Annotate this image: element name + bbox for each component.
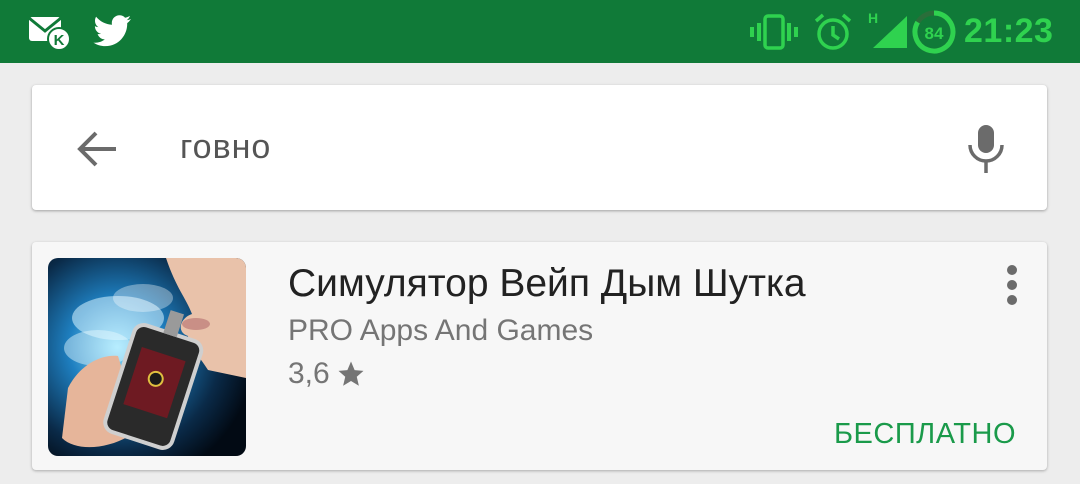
app-rating: 3,6 bbox=[288, 356, 366, 392]
arrow-back-icon[interactable] bbox=[70, 121, 126, 177]
app-icon[interactable] bbox=[48, 258, 246, 456]
search-bar: говно bbox=[32, 85, 1047, 210]
search-input[interactable]: говно bbox=[180, 85, 271, 210]
battery-icon: 84 bbox=[910, 0, 958, 63]
app-result-card[interactable]: Симулятор Вейп Дым Шутка PRO Apps And Ga… bbox=[32, 242, 1047, 470]
status-bar: K H 84 21:23 bbox=[0, 0, 1080, 63]
app-title[interactable]: Симулятор Вейп Дым Шутка bbox=[288, 262, 806, 306]
clock-time: 21:23 bbox=[964, 12, 1054, 50]
twitter-icon bbox=[92, 0, 134, 63]
price-button[interactable]: БЕСПЛАТНО bbox=[834, 418, 1016, 451]
vibrate-icon bbox=[748, 0, 800, 63]
star-icon bbox=[336, 359, 366, 389]
battery-percent: 84 bbox=[925, 24, 944, 43]
microphone-icon[interactable] bbox=[958, 119, 1014, 179]
signal-icon bbox=[866, 0, 910, 63]
rating-value: 3,6 bbox=[288, 357, 330, 390]
app-developer[interactable]: PRO Apps And Games bbox=[288, 314, 593, 348]
alarm-icon bbox=[812, 0, 854, 63]
more-vert-icon[interactable] bbox=[990, 260, 1034, 310]
mail-icon: K bbox=[26, 0, 72, 63]
svg-text:K: K bbox=[54, 32, 65, 49]
